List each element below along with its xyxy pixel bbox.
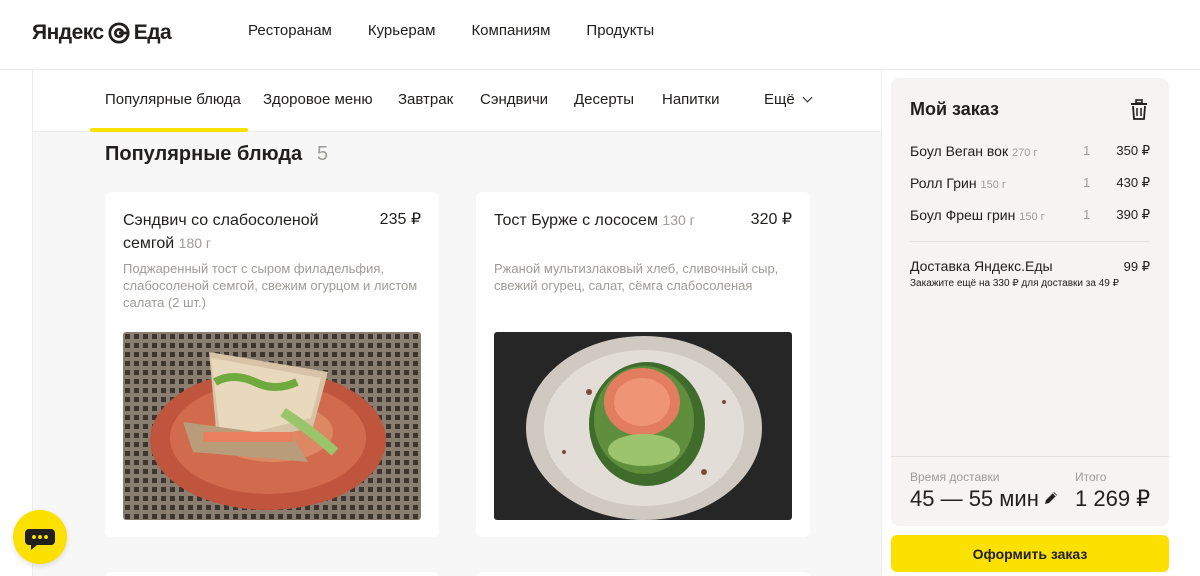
product-card[interactable]: Сэндвич со слабосоленой семгой 180 г 235…	[105, 192, 439, 537]
product-card-partial[interactable]	[105, 572, 439, 576]
product-weight: 130 г	[662, 212, 695, 228]
tab-breakfast[interactable]: Завтрак	[398, 91, 453, 108]
delivery-name: Доставка Яндекс.Еды	[910, 258, 1053, 274]
order-item-weight: 150 г	[980, 179, 1006, 191]
section-count: 5	[317, 143, 329, 165]
order-item-price: 350 ₽	[1116, 143, 1150, 158]
order-item-price: 390 ₽	[1116, 207, 1150, 222]
product-photo-sandwich[interactable]	[123, 332, 421, 520]
chat-bubble-icon	[25, 529, 55, 550]
checkout-button[interactable]: Оформить заказ	[891, 535, 1169, 572]
menu-content: Популярные блюда Здоровое меню Завтрак С…	[32, 70, 882, 576]
tab-more-label: Ещё	[764, 91, 795, 108]
product-price: 235 ₽	[379, 211, 421, 228]
order-item-name: Боул Фреш грин 150 г	[910, 207, 1045, 223]
order-title: Мой заказ	[910, 99, 999, 119]
order-item-title: Ролл Грин	[910, 175, 977, 191]
order-item-qty: 1	[1083, 175, 1091, 190]
product-photo-toast[interactable]	[494, 332, 792, 520]
delivery-price: 99 ₽	[1123, 259, 1150, 274]
total-value: 1 269 ₽	[1075, 486, 1151, 511]
nav-link-restaurants[interactable]: Ресторанам	[248, 22, 332, 39]
product-name-text: Сэндвич со слабосоленой семгой	[123, 212, 319, 252]
pencil-icon[interactable]	[1043, 490, 1059, 506]
order-item-price: 430 ₽	[1116, 175, 1150, 190]
order-item[interactable]: Ролл Грин 150 г 1 430 ₽	[910, 175, 1150, 195]
logo-text-left: Яндекс	[32, 21, 104, 44]
order-item[interactable]: Боул Фреш грин 150 г 1 390 ₽	[910, 207, 1150, 227]
toast-photo-illustration	[494, 332, 792, 520]
order-item-name: Ролл Грин 150 г	[910, 175, 1006, 191]
order-panel: Мой заказ Боул Веган вок 270 г 1 350 ₽ Р…	[891, 78, 1169, 526]
product-description: Ржаной мультизлаковый хлеб, сливочный сы…	[494, 261, 779, 293]
tab-healthy-menu[interactable]: Здоровое меню	[263, 91, 373, 108]
logo-spiral-icon	[108, 22, 130, 44]
order-item-name: Боул Веган вок 270 г	[910, 143, 1037, 159]
delivery-time-label: Время доставки	[910, 470, 1000, 484]
category-tabs: Популярные блюда Здоровое меню Завтрак С…	[33, 70, 881, 132]
product-weight: 180 г	[178, 235, 212, 251]
product-description: Поджаренный тост с сыром филадельфия, сл…	[123, 261, 418, 310]
tab-drinks[interactable]: Напитки	[662, 91, 720, 108]
chevron-down-icon	[802, 92, 813, 103]
yandex-eda-logo[interactable]: Яндекс Еда	[32, 18, 172, 48]
tab-more[interactable]: Ещё	[764, 91, 813, 108]
order-summary-divider	[891, 456, 1169, 457]
logo-text-right: Еда	[133, 21, 172, 44]
delivery-time-value: 45 — 55 мин	[910, 486, 1039, 511]
product-card-partial[interactable]	[476, 572, 810, 576]
site-header: Яндекс Еда Ресторанам Курьерам Компаниям…	[0, 0, 1200, 70]
tab-popular[interactable]: Популярные блюда	[105, 91, 241, 108]
product-price: 320 ₽	[750, 211, 792, 228]
order-item-qty: 1	[1083, 143, 1091, 158]
order-divider	[910, 241, 1150, 242]
product-name: Сэндвич со слабосоленой семгой 180 г	[123, 209, 353, 255]
nav-link-couriers[interactable]: Курьерам	[368, 22, 436, 39]
order-item[interactable]: Боул Веган вок 270 г 1 350 ₽	[910, 143, 1150, 163]
order-item-title: Боул Веган вок	[910, 143, 1009, 159]
total-label: Итого	[1075, 470, 1107, 484]
tab-sandwiches[interactable]: Сэндвичи	[480, 91, 548, 108]
nav-link-products[interactable]: Продукты	[586, 22, 654, 39]
product-name-text: Тост Бурже с лососем	[494, 212, 658, 229]
product-card[interactable]: Тост Бурже с лососем 130 г 320 ₽ Ржаной …	[476, 192, 810, 537]
order-item-qty: 1	[1083, 207, 1091, 222]
nav-link-companies[interactable]: Компаниям	[471, 22, 550, 39]
section-title: Популярные блюда	[105, 143, 303, 165]
sandwich-photo-illustration	[123, 332, 421, 520]
order-item-weight: 150 г	[1019, 211, 1045, 223]
support-chat-button[interactable]	[13, 510, 67, 564]
top-navigation: Ресторанам Курьерам Компаниям Продукты	[248, 22, 654, 39]
tab-desserts[interactable]: Десерты	[574, 91, 634, 108]
order-item-weight: 270 г	[1011, 147, 1038, 159]
trash-icon[interactable]	[1129, 99, 1149, 121]
product-name: Тост Бурже с лососем 130 г	[494, 209, 724, 232]
delivery-hint: Закажите ещё на 330 ₽ для доставки за 49…	[910, 278, 1119, 289]
active-tab-indicator	[90, 128, 248, 132]
order-item-title: Боул Фреш грин	[910, 207, 1016, 223]
